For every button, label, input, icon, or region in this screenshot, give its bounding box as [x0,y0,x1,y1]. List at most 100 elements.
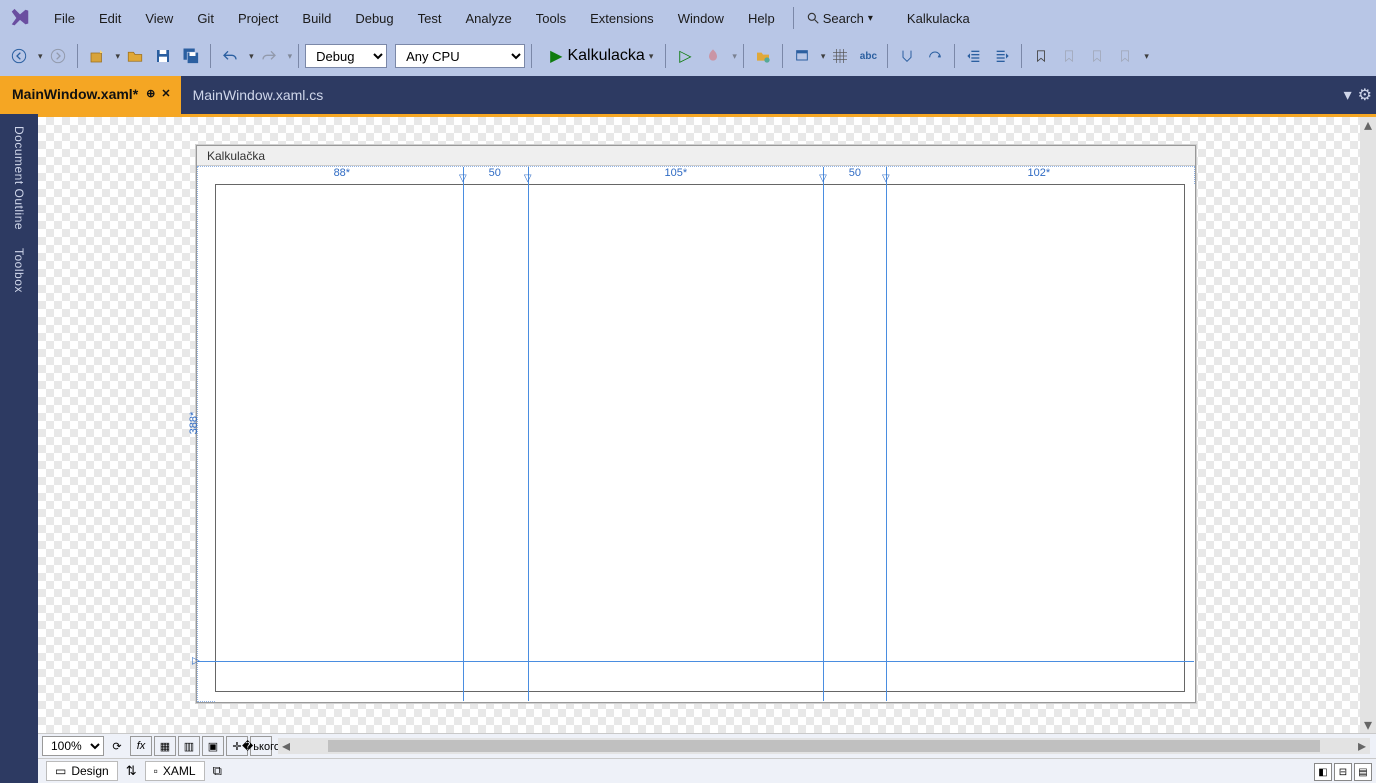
scroll-down-icon[interactable]: ▾ [1360,717,1376,733]
grid-marker-icon[interactable]: ▽ [882,173,890,184]
chevron-down-icon[interactable]: ▾ [249,51,254,62]
pan-button[interactable]: �ького [250,736,272,756]
grid-column-line[interactable] [886,167,887,701]
grid-marker-icon[interactable]: ▽ [524,173,532,184]
separator [665,44,666,68]
designer-zoom-bar: 100% ⟳ fx ▦ ▥ ▣ ✛ �ького ◂ ▸ [38,733,1376,758]
start-debugging-button[interactable]: ▶ Kalkulacka ▾ [544,43,659,69]
step-into-button[interactable] [894,43,920,69]
clear-bookmarks-button[interactable] [1112,43,1138,69]
menu-analyze[interactable]: Analyze [453,5,523,32]
toolbox-tab[interactable]: Toolbox [10,242,28,299]
live-visual-tree-button[interactable] [789,43,815,69]
save-all-button[interactable] [178,43,204,69]
menu-git[interactable]: Git [185,5,226,32]
zoom-select[interactable]: 100% [42,736,104,756]
menu-tools[interactable]: Tools [524,5,578,32]
vertical-split-button[interactable]: ◧ [1314,763,1332,781]
separator [743,44,744,68]
hot-reload-button[interactable] [700,43,726,69]
refresh-view-button[interactable]: ⟳ [106,736,128,756]
grid-marker-icon[interactable]: ▷ [192,655,200,666]
nav-back-button[interactable] [6,43,32,69]
outdent-button[interactable] [961,43,987,69]
bookmark-button[interactable] [1028,43,1054,69]
grid-marker-icon[interactable]: ▽ [459,173,467,184]
chevron-down-icon[interactable]: ▾ [38,51,43,62]
collapse-pane-button[interactable]: ▤ [1354,763,1372,781]
menu-file[interactable]: File [42,5,87,32]
separator [210,44,211,68]
effects-toggle-button[interactable]: fx [130,736,152,756]
grid-column-line[interactable] [823,167,824,701]
menu-extensions[interactable]: Extensions [578,5,666,32]
nav-forward-button[interactable] [45,43,71,69]
search-box[interactable]: Search ▾ [800,11,879,26]
vs-logo-icon [6,4,34,32]
menu-view[interactable]: View [133,5,185,32]
xaml-tab[interactable]: ▫ XAML [145,761,205,781]
indent-button[interactable] [989,43,1015,69]
undo-button[interactable] [217,43,243,69]
vertical-scrollbar[interactable]: ▴ ▾ [1360,117,1376,733]
horizontal-scrollbar[interactable]: ◂ ▸ [278,738,1370,754]
menu-edit[interactable]: Edit [87,5,133,32]
snap-grid-button[interactable]: ▥ [178,736,200,756]
xaml-designer-surface[interactable]: ▴ ▾ Kalkulačka 88* 50 [38,114,1376,783]
abc-spellcheck-button[interactable]: abc [855,43,881,69]
close-icon[interactable]: ✕ [161,87,170,100]
chevron-down-icon[interactable]: ▾ [288,51,293,62]
step-over-button[interactable] [922,43,948,69]
menu-test[interactable]: Test [406,5,454,32]
design-tab[interactable]: ▭ Design [46,761,118,781]
menu-help[interactable]: Help [736,5,787,32]
save-button[interactable] [150,43,176,69]
pin-icon[interactable]: ⊕ [146,87,155,100]
grid-column-line[interactable] [463,167,464,701]
swap-panes-icon[interactable]: ⇅ [126,763,137,779]
tab-mainwindow-xaml[interactable]: MainWindow.xaml* ⊕ ✕ [0,76,181,114]
column-size-label: 50 [847,167,863,179]
prev-bookmark-button[interactable] [1056,43,1082,69]
chevron-down-icon: ▾ [868,13,873,24]
chevron-down-icon[interactable]: ▾ [1144,51,1149,62]
browse-button[interactable] [750,43,776,69]
scroll-up-icon[interactable]: ▴ [1360,117,1376,133]
popout-icon[interactable]: ⧉ [213,763,222,779]
gear-icon[interactable]: ⚙ [1358,85,1372,105]
document-tabstrip: MainWindow.xaml* ⊕ ✕ MainWindow.xaml.cs … [0,76,1376,114]
scroll-right-icon[interactable]: ▸ [1354,738,1370,754]
new-project-button[interactable] [84,43,110,69]
separator [793,7,794,29]
open-file-button[interactable] [122,43,148,69]
menu-project[interactable]: Project [226,5,290,32]
design-icon: ▭ [55,764,66,778]
menu-debug[interactable]: Debug [343,5,405,32]
scroll-thumb[interactable] [328,740,1320,752]
next-bookmark-button[interactable] [1084,43,1110,69]
start-without-debugging-button[interactable]: ▷ [672,43,698,69]
chevron-down-icon[interactable]: ▾ [732,51,737,62]
chevron-down-icon[interactable]: ▾ [116,51,121,62]
search-icon [806,11,820,25]
grid-column-line[interactable] [528,167,529,701]
configuration-select[interactable]: Debug [305,44,387,68]
tab-mainwindow-xaml-cs[interactable]: MainWindow.xaml.cs [181,76,334,114]
grid-toggle-button[interactable]: ▦ [154,736,176,756]
grid-snap-button[interactable] [827,43,853,69]
grid-marker-icon[interactable]: ▽ [819,173,827,184]
tab-overflow-icon[interactable]: ▾ [1344,85,1352,105]
redo-button[interactable] [256,43,282,69]
menu-build[interactable]: Build [290,5,343,32]
menu-window[interactable]: Window [666,5,736,32]
horizontal-split-button[interactable]: ⊟ [1334,763,1352,781]
grid-row-line[interactable] [198,661,1194,662]
designed-window[interactable]: Kalkulačka 88* 50 105* 50 [196,145,1196,703]
snap-lines-button[interactable]: ▣ [202,736,224,756]
platform-select[interactable]: Any CPU [395,44,525,68]
scroll-left-icon[interactable]: ◂ [278,738,294,754]
document-outline-tab[interactable]: Document Outline [10,120,28,236]
chevron-down-icon[interactable]: ▾ [821,51,826,62]
search-label: Search [823,11,864,26]
grid-canvas[interactable]: 88* 50 105* 50 102* 388* ▽ ▽ ▽ ▽ ▷ [215,184,1185,692]
